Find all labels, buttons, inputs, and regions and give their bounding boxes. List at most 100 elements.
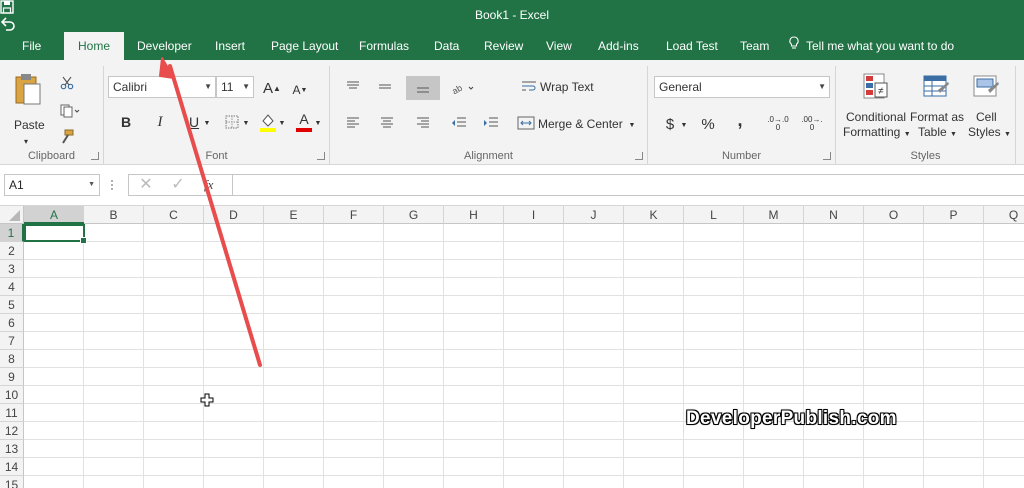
- cell-D6[interactable]: [204, 314, 264, 332]
- cell-J13[interactable]: [564, 440, 624, 458]
- cell-I8[interactable]: [504, 350, 564, 368]
- cell-J5[interactable]: [564, 296, 624, 314]
- merge-center-icon[interactable]: [516, 114, 536, 132]
- cell-K14[interactable]: [624, 458, 684, 476]
- cell-Q3[interactable]: [984, 260, 1024, 278]
- cell-C7[interactable]: [144, 332, 204, 350]
- cell-C8[interactable]: [144, 350, 204, 368]
- tab-developer[interactable]: Developer: [123, 32, 206, 60]
- cell-J2[interactable]: [564, 242, 624, 260]
- cell-J11[interactable]: [564, 404, 624, 422]
- cell-A2[interactable]: [24, 242, 84, 260]
- cell-K3[interactable]: [624, 260, 684, 278]
- column-header-I[interactable]: I: [504, 206, 564, 224]
- cell-Q7[interactable]: [984, 332, 1024, 350]
- cell-Q4[interactable]: [984, 278, 1024, 296]
- underline-dropdown-icon[interactable]: ▼: [203, 118, 211, 128]
- cell-M1[interactable]: [744, 224, 804, 242]
- cell-Q9[interactable]: [984, 368, 1024, 386]
- cell-B15[interactable]: [84, 476, 144, 488]
- clipboard-launcher-icon[interactable]: [91, 152, 99, 160]
- cell-C14[interactable]: [144, 458, 204, 476]
- cell-E4[interactable]: [264, 278, 324, 296]
- cell-F12[interactable]: [324, 422, 384, 440]
- name-box[interactable]: A1 ▼: [4, 174, 100, 196]
- cell-G6[interactable]: [384, 314, 444, 332]
- shrink-font-button[interactable]: A ▼: [290, 80, 310, 100]
- cell-M14[interactable]: [744, 458, 804, 476]
- cell-L3[interactable]: [684, 260, 744, 278]
- table-label[interactable]: Table ▼: [918, 125, 957, 139]
- tab-file[interactable]: File: [8, 32, 55, 60]
- cell-J7[interactable]: [564, 332, 624, 350]
- cell-O3[interactable]: [864, 260, 924, 278]
- cell-Q5[interactable]: [984, 296, 1024, 314]
- format-as-label[interactable]: Format as: [910, 110, 964, 124]
- cell-D9[interactable]: [204, 368, 264, 386]
- cell-B7[interactable]: [84, 332, 144, 350]
- row-header-5[interactable]: 5: [0, 296, 24, 314]
- tab-page-layout[interactable]: Page Layout: [257, 32, 352, 60]
- cell-H10[interactable]: [444, 386, 504, 404]
- cell-B9[interactable]: [84, 368, 144, 386]
- cell-L15[interactable]: [684, 476, 744, 488]
- cell-E14[interactable]: [264, 458, 324, 476]
- cell-I9[interactable]: [504, 368, 564, 386]
- cell-L9[interactable]: [684, 368, 744, 386]
- styles-btn-label[interactable]: Styles ▼: [968, 125, 1011, 139]
- cell-D5[interactable]: [204, 296, 264, 314]
- cell-P15[interactable]: [924, 476, 984, 488]
- tab-add-ins[interactable]: Add-ins: [584, 32, 653, 60]
- cell-K11[interactable]: [624, 404, 684, 422]
- cell-O2[interactable]: [864, 242, 924, 260]
- cell-F3[interactable]: [324, 260, 384, 278]
- fill-color-dropdown-icon[interactable]: ▼: [278, 118, 286, 128]
- font-name-select[interactable]: Calibri ▼: [108, 76, 216, 98]
- cell-M10[interactable]: [744, 386, 804, 404]
- tell-me-box[interactable]: Tell me what you want to do: [788, 32, 954, 60]
- cell-C13[interactable]: [144, 440, 204, 458]
- column-header-P[interactable]: P: [924, 206, 984, 224]
- cell-H12[interactable]: [444, 422, 504, 440]
- cell-L7[interactable]: [684, 332, 744, 350]
- cell-A15[interactable]: [24, 476, 84, 488]
- cell-D12[interactable]: [204, 422, 264, 440]
- format-painter-icon[interactable]: [58, 128, 76, 146]
- merge-center-label[interactable]: Merge & Center: [538, 117, 623, 131]
- cell-M6[interactable]: [744, 314, 804, 332]
- cell-I11[interactable]: [504, 404, 564, 422]
- orientation-icon[interactable]: ab: [450, 78, 478, 98]
- cell-I15[interactable]: [504, 476, 564, 488]
- column-header-O[interactable]: O: [864, 206, 924, 224]
- cell-I14[interactable]: [504, 458, 564, 476]
- column-header-B[interactable]: B: [84, 206, 144, 224]
- cell-D2[interactable]: [204, 242, 264, 260]
- cell-B14[interactable]: [84, 458, 144, 476]
- cell-A5[interactable]: [24, 296, 84, 314]
- cell-P1[interactable]: [924, 224, 984, 242]
- cell-G14[interactable]: [384, 458, 444, 476]
- cell-J8[interactable]: [564, 350, 624, 368]
- cell-P6[interactable]: [924, 314, 984, 332]
- tab-load-test[interactable]: Load Test: [652, 32, 732, 60]
- column-header-J[interactable]: J: [564, 206, 624, 224]
- column-header-M[interactable]: M: [744, 206, 804, 224]
- font-color-button[interactable]: A: [294, 110, 314, 134]
- cell-I5[interactable]: [504, 296, 564, 314]
- cell-G3[interactable]: [384, 260, 444, 278]
- cell-L14[interactable]: [684, 458, 744, 476]
- cell-B5[interactable]: [84, 296, 144, 314]
- cell-A11[interactable]: [24, 404, 84, 422]
- cell-Q11[interactable]: [984, 404, 1024, 422]
- cell-M13[interactable]: [744, 440, 804, 458]
- cell-C5[interactable]: [144, 296, 204, 314]
- cell-L1[interactable]: [684, 224, 744, 242]
- cell-Q1[interactable]: [984, 224, 1024, 242]
- row-header-1[interactable]: 1: [0, 224, 24, 242]
- cell-D4[interactable]: [204, 278, 264, 296]
- top-align-icon[interactable]: [342, 76, 364, 98]
- paste-icon[interactable]: [10, 70, 46, 110]
- increase-decimal-button[interactable]: .0→.00: [766, 114, 790, 134]
- cell-A6[interactable]: [24, 314, 84, 332]
- tab-formulas[interactable]: Formulas: [345, 32, 423, 60]
